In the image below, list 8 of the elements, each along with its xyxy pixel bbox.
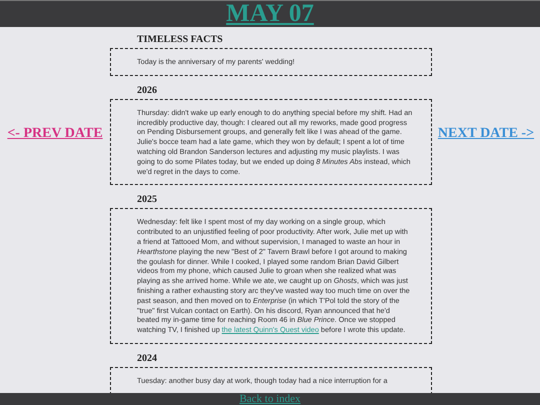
section-heading: 2025 bbox=[136, 194, 158, 206]
section-heading: TIMELESS FACTS bbox=[136, 34, 224, 46]
section-heading: 2024 bbox=[136, 352, 158, 365]
next-date-link[interactable]: NEXT DATE -> bbox=[438, 125, 534, 143]
section-heading: 2026 bbox=[136, 84, 158, 97]
date-title[interactable]: MAY 07 bbox=[226, 1, 314, 27]
back-to-index-link[interactable]: Back to index bbox=[239, 393, 301, 405]
prev-date-link[interactable]: <- PREV DATE bbox=[7, 125, 103, 143]
